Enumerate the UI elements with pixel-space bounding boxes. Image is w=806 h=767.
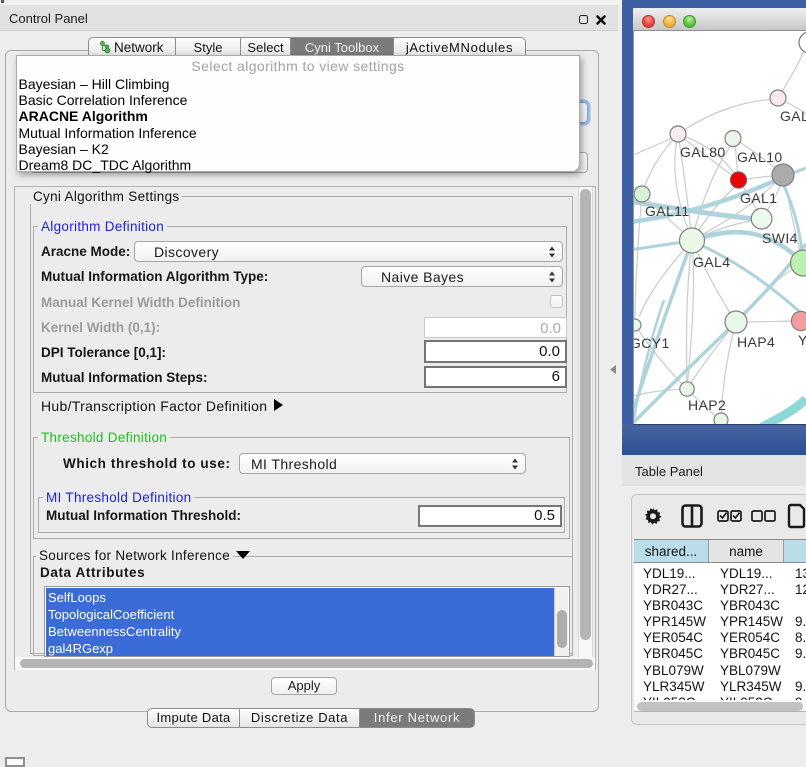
- svg-text:GAL4: GAL4: [693, 254, 730, 270]
- svg-text:SWI4: SWI4: [762, 230, 798, 246]
- svg-text:HAP2: HAP2: [688, 397, 726, 413]
- svg-text:GCY1: GCY1: [634, 335, 670, 351]
- svg-text:GAL80: GAL80: [680, 144, 726, 160]
- svg-text:GAL1: GAL1: [740, 190, 777, 206]
- svg-text:HAP4: HAP4: [737, 334, 775, 350]
- svg-text:Y: Y: [798, 332, 806, 348]
- svg-text:GAL10: GAL10: [737, 149, 783, 165]
- svg-text:GAL7: GAL7: [780, 108, 806, 124]
- svg-text:GAL11: GAL11: [645, 203, 690, 219]
